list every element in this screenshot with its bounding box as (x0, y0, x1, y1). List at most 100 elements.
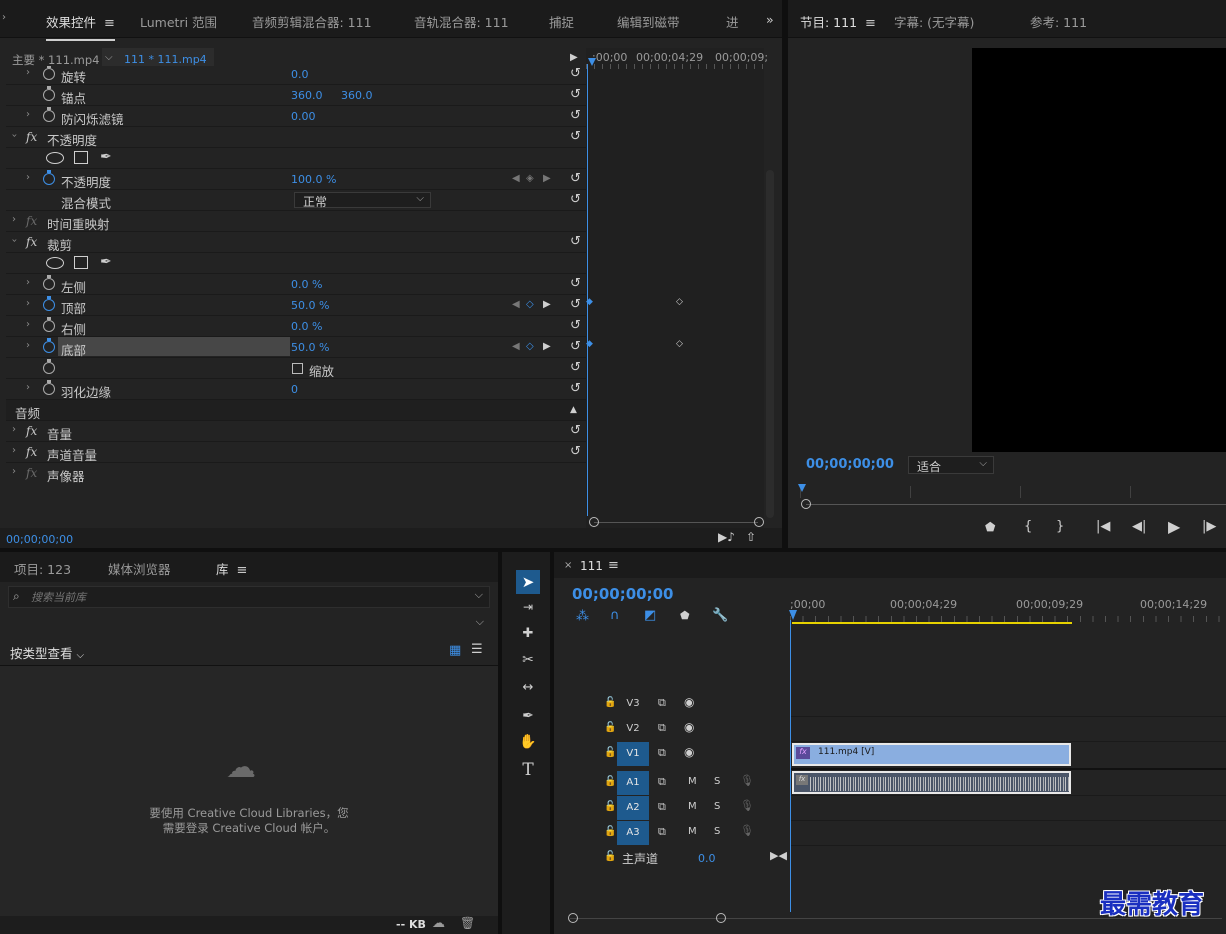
collapse-icon[interactable]: ▲ (570, 405, 577, 415)
mark-out-icon[interactable]: } (1056, 519, 1064, 534)
property-value[interactable]: 0.0 % (291, 320, 322, 333)
chevron-right-icon[interactable]: › (26, 172, 30, 183)
hand-tool-icon[interactable]: ✋ (516, 734, 540, 750)
stopwatch-icon[interactable] (43, 359, 55, 374)
type-tool-icon[interactable]: T (516, 760, 540, 780)
zoom-checkbox[interactable] (292, 363, 303, 374)
lock-icon[interactable]: 🔓 (604, 801, 616, 812)
tab-more[interactable]: 进 (726, 12, 739, 31)
step-forward-icon[interactable]: |▶ (1202, 519, 1216, 534)
library-search[interactable]: ⌕ ⌵ (8, 586, 490, 608)
reset-icon[interactable]: ↺ (570, 234, 581, 249)
chevron-down-icon[interactable]: ⌵ (475, 588, 483, 602)
timeline-ruler[interactable]: ;00;00 00;00;04;29 00;00;09;29 00;00;14;… (789, 596, 1226, 626)
tab-lumetri-scopes[interactable]: Lumetri 范围 (140, 12, 217, 31)
tab-audio-track-mixer[interactable]: 音轨混合器: 111 (414, 12, 509, 31)
next-keyframe-icon[interactable]: ▶ (543, 299, 551, 310)
tab-project[interactable]: 项目: 123 (14, 559, 71, 578)
anchor-x-value[interactable]: 360.0 (291, 89, 323, 102)
stopwatch-icon[interactable] (43, 338, 55, 353)
property-value[interactable]: 50.0 % (291, 299, 329, 312)
reset-icon[interactable]: ↺ (570, 318, 581, 333)
tab-edit-to-tape[interactable]: 编辑到磁带 (617, 12, 680, 31)
zoom-handle-right[interactable] (754, 517, 764, 527)
track-target-a3[interactable]: A3 (617, 821, 649, 845)
add-marker-icon[interactable]: ⬟ (680, 609, 690, 622)
reset-icon[interactable]: ↺ (570, 423, 581, 438)
reset-icon[interactable]: ↺ (570, 108, 581, 123)
master-value[interactable]: 0.0 (698, 852, 716, 865)
chevron-down-icon[interactable]: ⌵ (105, 52, 113, 63)
chevron-right-icon[interactable]: › (26, 277, 30, 288)
keyframe-icon[interactable]: ◆ (586, 297, 593, 307)
add-keyframe-icon[interactable]: ◇ (526, 341, 534, 352)
reset-icon[interactable]: ↺ (570, 66, 581, 81)
mute-button[interactable]: M (688, 776, 697, 787)
tab-reference[interactable]: 参考: 111 (1030, 12, 1087, 31)
go-to-edit-icon[interactable]: ▶◀ (770, 849, 787, 862)
keyframe-icon[interactable]: ◇ (676, 297, 683, 307)
add-keyframe-icon[interactable]: ◈ (526, 173, 534, 184)
mark-in-icon[interactable]: { (1024, 519, 1032, 534)
chevron-right-icon[interactable]: › (26, 382, 30, 393)
slip-tool-icon[interactable]: ↔ (516, 680, 540, 695)
stopwatch-icon[interactable] (43, 170, 55, 185)
cloud-sync-icon[interactable]: ☁ (432, 916, 445, 931)
pen-mask-icon[interactable]: ✒ (100, 149, 112, 165)
fx-icon[interactable]: fx (26, 445, 37, 459)
stopwatch-icon[interactable] (43, 66, 55, 80)
chevron-right-icon[interactable]: › (12, 214, 16, 225)
lock-icon[interactable]: 🔓 (604, 747, 616, 758)
linked-selection-icon[interactable]: ◩ (644, 608, 656, 623)
track-target-a2[interactable]: A2 (617, 796, 649, 820)
reset-icon[interactable]: ↺ (570, 129, 581, 144)
solo-button[interactable]: S (714, 776, 720, 787)
trash-icon[interactable]: 🗑 (460, 916, 475, 930)
search-input[interactable] (31, 589, 451, 605)
go-to-in-icon[interactable]: |◀ (1096, 519, 1110, 534)
mic-icon[interactable]: 🎙 (740, 774, 754, 787)
timecode[interactable]: 00;00;00;00 (6, 533, 73, 546)
chevron-right-icon[interactable]: › (26, 319, 30, 330)
program-playhead[interactable] (798, 484, 806, 492)
add-marker-icon[interactable]: ⬟ (985, 520, 995, 534)
overflow-tabs-icon[interactable]: » (766, 12, 774, 27)
panel-menu-icon[interactable]: ≡ (608, 558, 619, 573)
nest-icon[interactable]: ⁂ (576, 609, 589, 624)
mic-icon[interactable]: 🎙 (740, 799, 754, 812)
chevron-right-icon[interactable]: › (26, 109, 30, 120)
video-clip[interactable]: fx 111.mp4 [V] (792, 743, 1071, 766)
sync-lock-icon[interactable]: ⧉ (658, 721, 666, 735)
work-area-bar[interactable] (792, 622, 1072, 624)
sync-lock-icon[interactable]: ⧉ (658, 825, 666, 839)
track-target-a1[interactable]: A1 (617, 771, 649, 795)
tab-program[interactable]: 节目: 111 ≡ (800, 12, 876, 41)
pen-tool-icon[interactable]: ✒ (516, 708, 540, 724)
play-only-icon[interactable]: ▶ (570, 52, 578, 63)
sync-lock-icon[interactable]: ⧉ (658, 696, 666, 710)
razor-tool-icon[interactable]: ✂ (516, 652, 540, 668)
panel-menu-icon[interactable]: ≡ (865, 16, 876, 31)
property-value[interactable]: 0.0 (291, 68, 309, 81)
playhead-marker[interactable] (588, 58, 596, 66)
property-value[interactable]: 0.0 % (291, 278, 322, 291)
track-target-v1[interactable]: V1 (617, 742, 649, 766)
next-keyframe-icon[interactable]: ▶ (543, 173, 551, 184)
stopwatch-icon[interactable] (43, 86, 55, 101)
ellipse-mask-icon[interactable] (46, 257, 64, 269)
fit-dropdown[interactable]: 适合 ⌵ (908, 456, 994, 474)
prev-keyframe-icon[interactable]: ◀ (512, 341, 520, 352)
chevron-right-icon[interactable]: › (12, 445, 16, 456)
chevron-right-icon[interactable]: › (26, 340, 30, 351)
solo-button[interactable]: S (714, 801, 720, 812)
chevron-down-icon[interactable]: › (9, 239, 20, 243)
step-back-icon[interactable]: ◀| (1132, 519, 1146, 534)
next-keyframe-icon[interactable]: ▶ (543, 341, 551, 352)
keyframe-icon[interactable]: ◆ (586, 339, 593, 349)
export-icon[interactable]: ⇧ (746, 530, 756, 544)
eye-icon[interactable]: ◉ (684, 745, 694, 759)
reset-icon[interactable]: ↺ (570, 171, 581, 186)
rectangle-mask-icon[interactable] (74, 256, 88, 269)
audio-clip[interactable]: fx (792, 771, 1071, 794)
panel-menu-icon[interactable]: ≡ (104, 16, 115, 31)
